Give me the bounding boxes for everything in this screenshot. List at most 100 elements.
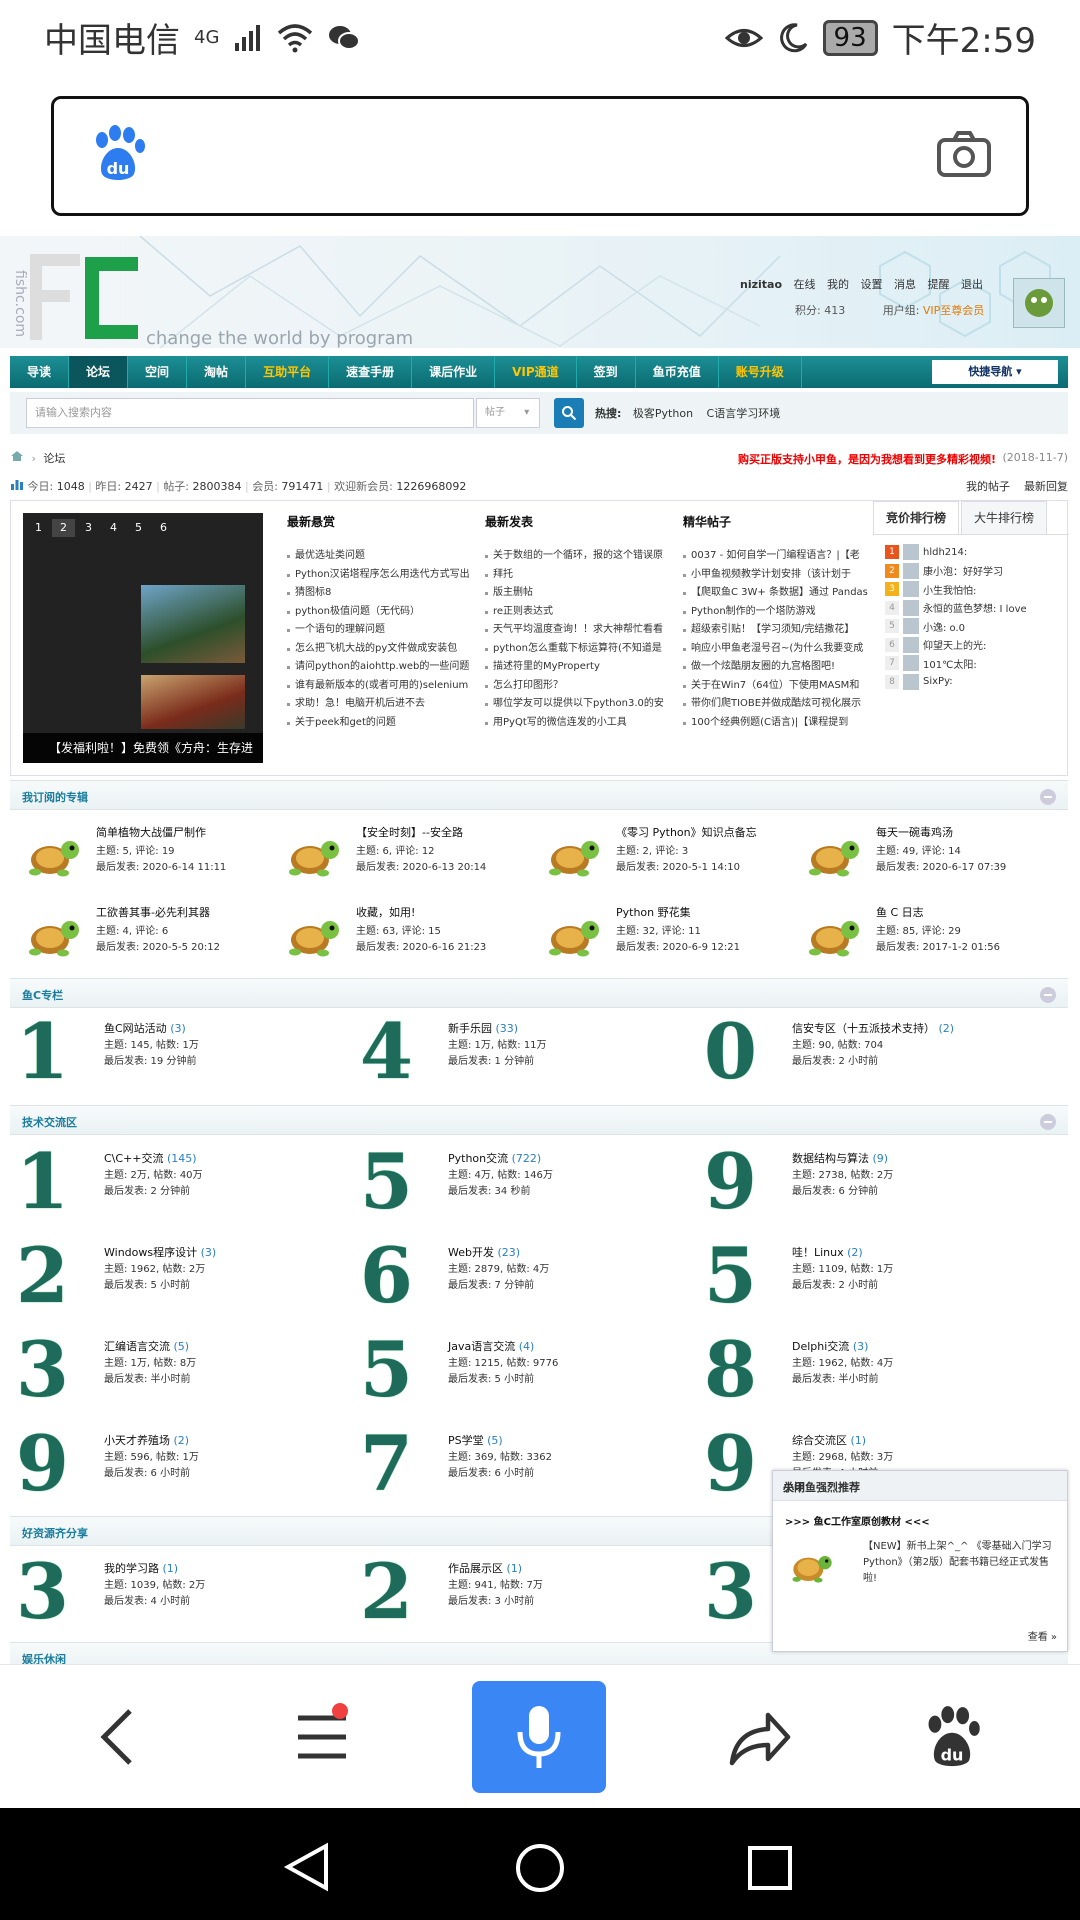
hot-search-link[interactable]: C语言学习环境: [707, 407, 781, 420]
board-item[interactable]: 9 小天才养殖场 (2) 主题: 596, 帖数: 1万 最后发表: 6 小时前: [10, 1426, 350, 1504]
album-item[interactable]: Python 野花集 主题: 32, 评论: 11 最后发表: 2020-6-9…: [542, 902, 800, 972]
nav-item-collections[interactable]: 淘帖: [187, 356, 247, 388]
ranking-item[interactable]: 3 小生我怕怕:: [885, 580, 1069, 599]
thread-link[interactable]: 超级索引贴！【学习须知/完结撒花】: [683, 621, 879, 640]
thread-link[interactable]: 一个语句的理解问题: [287, 621, 483, 640]
thread-link[interactable]: 关于peek和get的问题: [287, 714, 483, 733]
album-item[interactable]: 鱼 C 日志 主题: 85, 评论: 29 最后发表: 2017-1-2 01:…: [802, 902, 1060, 972]
board-title[interactable]: 新手乐园 (33): [448, 1020, 518, 1036]
thread-link[interactable]: 带你们爬TIOBE并做成酷炫可视化展示: [683, 695, 879, 714]
breadcrumb-forum[interactable]: 论坛: [43, 452, 65, 465]
popup-close-button[interactable]: 关闭: [783, 1479, 1057, 1495]
thread-link[interactable]: 版主删帖: [485, 584, 681, 603]
board-title[interactable]: 小天才养殖场 (2): [104, 1432, 189, 1448]
collapse-icon[interactable]: [1040, 987, 1056, 1003]
menu-button[interactable]: [262, 1681, 382, 1793]
thread-link[interactable]: 小甲鱼视频教学计划安排（该计划于: [683, 566, 879, 585]
quick-nav-button[interactable]: 快捷导航 ▾: [932, 360, 1058, 384]
board-title[interactable]: Java语言交流 (4): [448, 1338, 534, 1354]
browser-search-box[interactable]: du: [51, 96, 1029, 216]
thread-link[interactable]: 最优选址类问题: [287, 547, 483, 566]
slider-tab[interactable]: 4: [102, 519, 125, 537]
collapse-icon[interactable]: [1040, 1114, 1056, 1130]
search-type-select[interactable]: 帖子 ▾: [476, 398, 540, 428]
collapse-icon[interactable]: [1040, 789, 1056, 805]
nav-item-space[interactable]: 空间: [128, 356, 188, 388]
nav-item-upgrade[interactable]: 账号升级: [719, 356, 802, 388]
album-item[interactable]: 收藏，如用! 主题: 63, 评论: 15 最后发表: 2020-6-16 21…: [282, 902, 540, 972]
my-posts-link[interactable]: 我的帖子: [966, 480, 1010, 493]
thread-link[interactable]: 哪位学友可以提供以下python3.0的安: [485, 695, 681, 714]
home-icon[interactable]: [10, 451, 28, 465]
user-avatar[interactable]: [1013, 278, 1065, 328]
board-title[interactable]: 汇编语言交流 (5): [104, 1338, 189, 1354]
promo-link[interactable]: 购买正版支持小甲鱼，是因为我想看到更多精彩视频!: [738, 451, 996, 467]
group-link[interactable]: VIP至尊会员: [923, 304, 984, 317]
album-title[interactable]: 简单植物大战僵尸制作: [96, 824, 206, 840]
board-title[interactable]: Windows程序设计 (3): [104, 1244, 216, 1260]
section-fishc[interactable]: 鱼C专栏: [10, 978, 1068, 1008]
thread-link[interactable]: 拜托: [485, 566, 681, 585]
my-menu-link[interactable]: 我的: [827, 278, 849, 291]
slider-tab[interactable]: 3: [77, 519, 100, 537]
voice-search-button[interactable]: [472, 1681, 606, 1793]
share-button[interactable]: [700, 1681, 820, 1793]
album-title[interactable]: 《零习 Python》知识点备忘: [616, 824, 757, 840]
nav-item-forum[interactable]: 论坛: [69, 356, 129, 388]
album-title[interactable]: 【安全时刻】--安全路: [356, 824, 463, 840]
album-title[interactable]: 工欲善其事-必先利其器: [96, 904, 210, 920]
hot-search-link[interactable]: 极客Python: [633, 407, 693, 420]
nav-home-icon[interactable]: [514, 1842, 566, 1898]
board-item[interactable]: 1 C\C++交流 (145) 主题: 2万, 帖数: 40万 最后发表: 2 …: [10, 1144, 350, 1222]
board-title[interactable]: 鱼C网站活动 (3): [104, 1020, 186, 1036]
latest-replies-link[interactable]: 最新回复: [1024, 480, 1068, 493]
album-item[interactable]: 每天一碗毒鸡汤 主题: 49, 评论: 14 最后发表: 2020-6-17 0…: [802, 822, 1060, 892]
album-title[interactable]: 每天一碗毒鸡汤: [876, 824, 953, 840]
board-item[interactable]: 5 Python交流 (722) 主题: 4万, 帖数: 146万 最后发表: …: [354, 1144, 694, 1222]
nav-back-icon[interactable]: [282, 1842, 332, 1896]
thread-link[interactable]: 100个经典例题(C语言)|【课程提到: [683, 714, 879, 733]
thread-link[interactable]: 0037 - 如何自学一门编程语言？|【老: [683, 547, 879, 566]
thread-link[interactable]: 响应小甲鱼老湿号召~(为什么我要变成: [683, 640, 879, 659]
thread-link[interactable]: 关于在Win7（64位）下使用MASM和: [683, 677, 879, 696]
section-subscribed[interactable]: 我订阅的专辑: [10, 780, 1068, 810]
thread-link[interactable]: re正则表达式: [485, 603, 681, 622]
board-item[interactable]: 2 作品展示区 (1) 主题: 941, 帖数: 7万 最后发表: 3 小时前: [354, 1554, 694, 1632]
popup-more-link[interactable]: 查看 »: [1028, 1628, 1057, 1643]
forum-search-input[interactable]: 请输入搜索内容: [26, 398, 474, 428]
stat-welcome-member[interactable]: 1226968092: [396, 480, 466, 493]
settings-link[interactable]: 设置: [861, 278, 883, 291]
board-item[interactable]: 6 Web开发 (23) 主题: 2879, 帖数: 4万 最后发表: 7 分钟…: [354, 1238, 694, 1316]
thread-link[interactable]: 【爬取鱼C 3W+ 条数据】通过 Pandas: [683, 584, 879, 603]
thread-link[interactable]: 关于数组的一个循环，报的这个错误原: [485, 547, 681, 566]
thread-link[interactable]: 求助！急！电脑开机后进不去: [287, 695, 483, 714]
ranking-item[interactable]: 6 仰望天上的光:: [885, 636, 1069, 655]
nav-recents-icon[interactable]: [746, 1844, 794, 1896]
ranking-item[interactable]: 7 101℃太阳:: [885, 654, 1069, 673]
thread-link[interactable]: 请问python的aiohttp.web的一些问题: [287, 658, 483, 677]
logout-link[interactable]: 退出: [961, 278, 983, 291]
album-item[interactable]: 《零习 Python》知识点备忘 主题: 2, 评论: 3 最后发表: 2020…: [542, 822, 800, 892]
thread-link[interactable]: 做一个炫酷朋友圈的九宫格图吧!: [683, 658, 879, 677]
board-item[interactable]: 3 我的学习路 (1) 主题: 1039, 帖数: 2万 最后发表: 4 小时前: [10, 1554, 350, 1632]
board-title[interactable]: 信安专区（十五派技术支持） (2): [792, 1020, 954, 1036]
board-item[interactable]: 0 信安专区（十五派技术支持） (2) 主题: 90, 帖数: 704 最后发表…: [698, 1014, 1038, 1092]
ranking-item[interactable]: 2 康小泡：好好学习: [885, 562, 1069, 581]
nav-item-quick-ref[interactable]: 速查手册: [329, 356, 413, 388]
board-title[interactable]: 作品展示区 (1): [448, 1560, 522, 1576]
ranking-item[interactable]: 4 永恒的蓝色梦想: I love: [885, 599, 1069, 618]
thread-link[interactable]: 猜图标8: [287, 584, 483, 603]
board-item[interactable]: 2 Windows程序设计 (3) 主题: 1962, 帖数: 2万 最后发表:…: [10, 1238, 350, 1316]
nav-item-checkin[interactable]: 签到: [577, 356, 636, 388]
thread-link[interactable]: Python制作的一个塔防游戏: [683, 603, 879, 622]
camera-icon[interactable]: [936, 130, 992, 182]
ranking-item[interactable]: 1 hldh214:: [885, 543, 1069, 562]
thread-link[interactable]: 谁有最新版本的(或者可用的)selenium: [287, 677, 483, 696]
thread-link[interactable]: 用PyQt写的微信连发的小工具: [485, 714, 681, 733]
board-item[interactable]: 3 汇编语言交流 (5) 主题: 1万, 帖数: 8万 最后发表: 半小时前: [10, 1332, 350, 1410]
image-slider[interactable]: 1 2 3 4 5 6 【发福利啦！】免费领《方舟：生存进: [23, 513, 263, 763]
album-title[interactable]: Python 野花集: [616, 904, 691, 920]
nav-item-help-platform[interactable]: 互助平台: [246, 356, 330, 388]
board-title[interactable]: Delphi交流 (3): [792, 1338, 868, 1354]
thread-link[interactable]: python极值问题（无代码）: [287, 603, 483, 622]
